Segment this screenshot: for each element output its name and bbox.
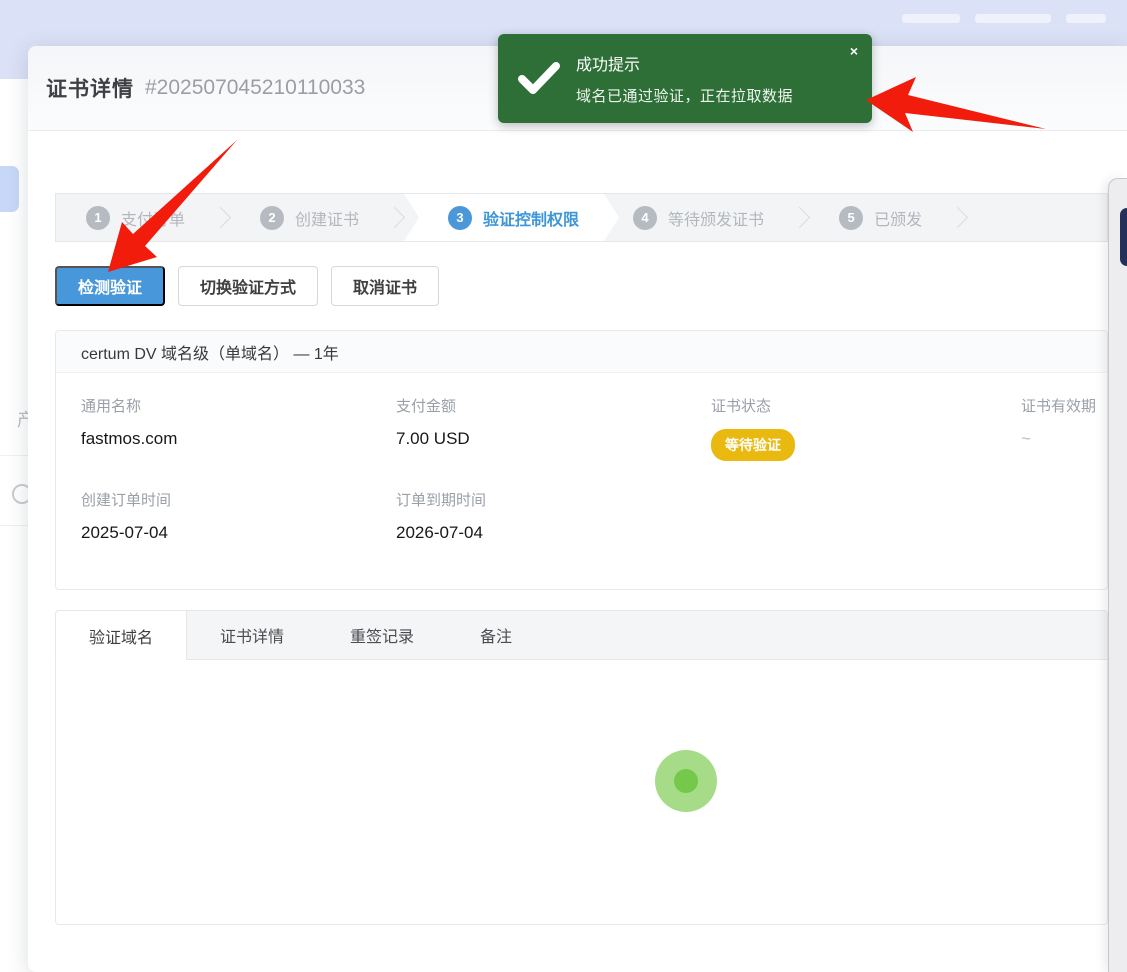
detail-tabs: 验证域名 证书详情 重签记录 备注 (55, 610, 1108, 660)
field-label: 证书有效期 (1021, 395, 1097, 416)
field-label: 创建订单时间 (81, 489, 396, 510)
step-label: 等待颁发证书 (668, 206, 764, 230)
step-label: 创建证书 (295, 206, 359, 230)
field-created-time: 创建订单时间 2025-07-04 (81, 489, 396, 543)
progress-steps: 1 支付订单 2 创建证书 3 验证控制权限 4 等待颁发证书 5 已颁发 (55, 193, 1108, 242)
topbar-text-fragment (1066, 14, 1106, 23)
topbar-text-fragment (975, 14, 1051, 23)
field-common-name: 通用名称 fastmos.com (81, 395, 396, 461)
chevron-right-icon (384, 207, 405, 228)
check-validation-button[interactable]: 检测验证 (55, 266, 165, 306)
field-value: 2025-07-04 (81, 523, 396, 543)
close-icon[interactable]: × (850, 44, 858, 58)
action-button-row: 检测验证 切换验证方式 取消证书 (55, 266, 439, 306)
step-create-cert: 2 创建证书 (230, 194, 385, 241)
loading-spinner-core (674, 769, 698, 793)
field-amount: 支付金额 7.00 USD (396, 395, 711, 461)
field-value: 7.00 USD (396, 429, 711, 449)
chevron-right-icon (210, 207, 231, 228)
product-title: certum DV 域名级（单域名） — 1年 (56, 331, 1107, 373)
field-label: 支付金额 (396, 395, 711, 416)
tab-cert-detail[interactable]: 证书详情 (187, 611, 317, 659)
background-divider (0, 455, 28, 456)
step-number-badge: 4 (633, 206, 657, 230)
toast-message: 域名已通过验证，正在拉取数据 (576, 85, 793, 106)
tab-resign-record[interactable]: 重签记录 (317, 611, 447, 659)
background-divider (0, 525, 28, 526)
field-value: ~ (1021, 429, 1097, 449)
loading-spinner (655, 750, 717, 812)
certificate-info-box: certum DV 域名级（单域名） — 1年 通用名称 fastmos.com… (55, 330, 1108, 590)
field-label: 通用名称 (81, 395, 396, 416)
chevron-right-icon (789, 207, 810, 228)
field-expire-time: 订单到期时间 2026-07-04 (396, 489, 711, 543)
field-label: 订单到期时间 (396, 489, 711, 510)
certificate-fields: 通用名称 fastmos.com 支付金额 7.00 USD 证书状态 等待验证… (56, 373, 1107, 543)
cancel-certificate-button[interactable]: 取消证书 (331, 266, 439, 306)
toast-body: 成功提示 域名已通过验证，正在拉取数据 (576, 51, 793, 106)
side-drawer-fragment (1108, 178, 1127, 972)
background-button-fragment (0, 166, 19, 212)
field-label: 证书状态 (711, 395, 1021, 416)
chevron-right-icon (947, 207, 968, 228)
tab-content-panel (55, 659, 1108, 925)
drawer-button-fragment (1120, 208, 1127, 266)
step-label: 支付订单 (121, 206, 185, 230)
tab-verify-domain[interactable]: 验证域名 (56, 611, 187, 660)
step-await-issue: 4 等待颁发证书 (619, 194, 790, 241)
topbar-text-fragment (902, 14, 960, 23)
step-number-badge: 1 (86, 206, 110, 230)
success-toast: 成功提示 域名已通过验证，正在拉取数据 × (498, 34, 872, 123)
modal-title: 证书详情 (46, 73, 134, 103)
field-value: 2026-07-04 (396, 523, 711, 543)
toast-title: 成功提示 (576, 51, 793, 75)
certificate-detail-modal: 证书详情 #202507045210110033 1 支付订单 2 创建证书 3… (28, 46, 1127, 972)
field-status: 证书状态 等待验证 (711, 395, 1021, 461)
field-value: fastmos.com (81, 429, 396, 449)
step-issued: 5 已颁发 (809, 194, 948, 241)
step-number-badge: 5 (839, 206, 863, 230)
step-label: 已颁发 (874, 206, 922, 230)
step-label: 验证控制权限 (483, 206, 579, 230)
step-pay-order: 1 支付订单 (56, 194, 211, 241)
check-icon (518, 62, 562, 96)
step-number-badge: 3 (448, 206, 472, 230)
step-verify-control: 3 验证控制权限 (404, 194, 619, 241)
tab-remark[interactable]: 备注 (447, 611, 545, 659)
step-number-badge: 2 (260, 206, 284, 230)
field-validity: 证书有效期 ~ (1021, 395, 1097, 461)
status-badge: 等待验证 (711, 429, 795, 461)
order-id: #202507045210110033 (145, 76, 365, 100)
switch-validation-method-button[interactable]: 切换验证方式 (178, 266, 318, 306)
